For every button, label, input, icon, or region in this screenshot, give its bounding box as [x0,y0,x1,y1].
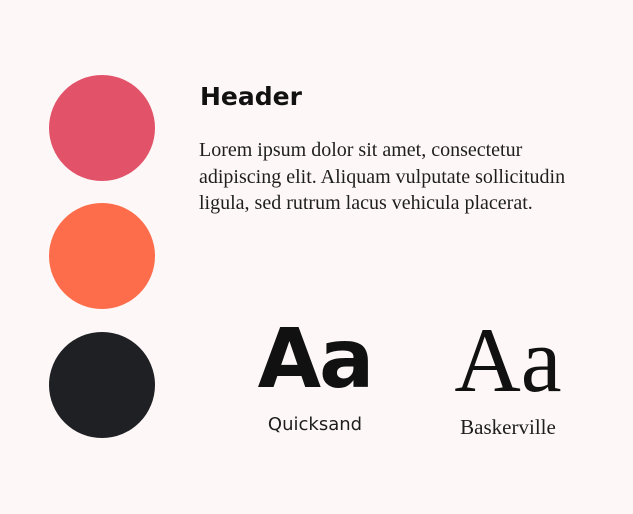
font-name-primary: Quicksand [267,414,363,435]
font-sample-secondary: Aa [454,309,562,411]
color-swatch-dark [49,332,155,438]
color-swatch-primary [49,75,155,181]
font-sample-primary: Aa [257,312,375,407]
font-specimen-secondary: Aa Baskerville [435,312,581,440]
font-name-secondary: Baskerville [460,415,556,439]
header-title: Header [200,82,302,111]
body-text: Lorem ipsum dolor sit amet, consectetur … [199,139,566,214]
font-specimen-primary: Aa Quicksand [246,312,384,436]
color-swatch-secondary [49,203,155,309]
